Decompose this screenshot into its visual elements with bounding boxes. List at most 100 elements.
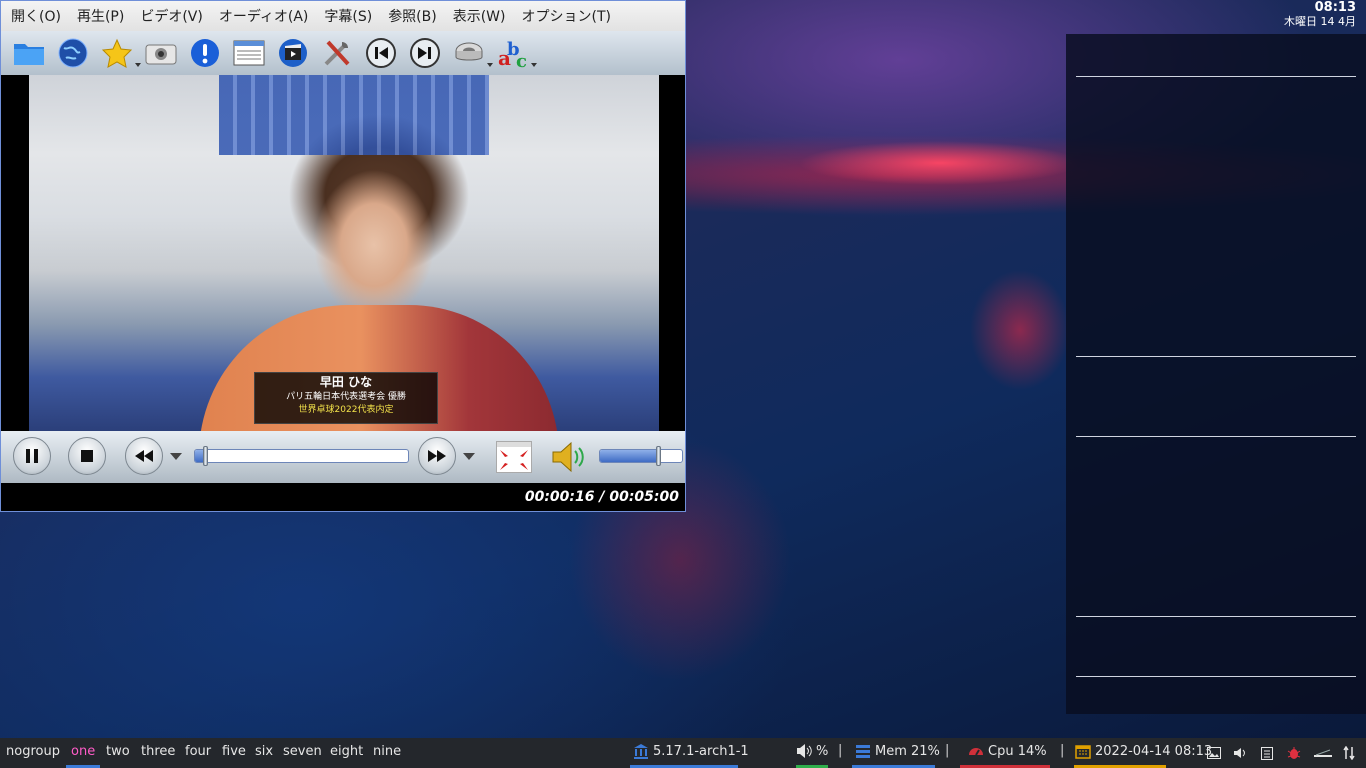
workspace-five[interactable]: five (222, 744, 246, 759)
fullscreen-button[interactable] (496, 441, 532, 473)
desktop-widget-panel (1066, 34, 1366, 714)
caption-name: 早田 ひな (319, 375, 373, 389)
volume-slider[interactable] (599, 449, 683, 463)
taskbar: nogroup one two three four five six seve… (0, 738, 1366, 768)
menu-browse[interactable]: 参照(B) (388, 6, 437, 26)
panel-divider (1076, 676, 1356, 677)
screenshot-camera-icon[interactable] (145, 37, 177, 69)
bank-icon (634, 744, 648, 759)
volume-icon (797, 744, 812, 758)
volume-fill (600, 450, 658, 462)
chevron-down-icon[interactable] (170, 453, 182, 460)
pause-icon (26, 449, 38, 463)
workspace-six[interactable]: six (255, 744, 273, 759)
panel-divider (1076, 76, 1356, 77)
info-icon[interactable] (189, 37, 221, 69)
folder-icon[interactable] (13, 37, 45, 69)
subtitles-abc-icon[interactable]: abc (497, 37, 537, 69)
workspace-nine[interactable]: nine (373, 744, 401, 759)
cpu-gauge-icon (969, 748, 983, 756)
menu-subtitles[interactable]: 字幕(S) (324, 6, 372, 26)
mute-button[interactable] (550, 439, 590, 475)
cpu-usage: Cpu 14% (988, 743, 1047, 759)
playlist-icon[interactable] (233, 37, 265, 69)
video-area[interactable]: 早田 ひな パリ五輪日本代表選考会 優勝 世界卓球2022代表内定 (1, 75, 685, 431)
workspace-two[interactable]: two (106, 744, 130, 759)
menu-bar: 開く(O) 再生(P) ビデオ(V) オーディオ(A) 字幕(S) 参照(B) … (1, 1, 685, 31)
video-caption: 早田 ひな パリ五輪日本代表選考会 優勝 世界卓球2022代表内定 (254, 372, 438, 424)
image-viewer-icon[interactable] (1206, 745, 1222, 761)
workspace-eight[interactable]: eight (330, 744, 363, 759)
media-player-window[interactable]: 開く(O) 再生(P) ビデオ(V) オーディオ(A) 字幕(S) 参照(B) … (0, 0, 686, 512)
cpu-widget: Cpu 14% (968, 743, 1047, 759)
panel-divider (1076, 616, 1356, 617)
seek-bar[interactable] (194, 449, 409, 463)
chevron-down-icon[interactable] (463, 453, 475, 460)
menu-options[interactable]: オプション(T) (522, 6, 611, 26)
chevron-down-icon[interactable] (487, 63, 493, 67)
tray-volume-icon[interactable] (1232, 745, 1248, 761)
datetime-value: 2022-04-14 08:13 (1095, 743, 1213, 759)
memory-widget: Mem 21% (855, 743, 940, 759)
kernel-version: 5.17.1-arch1-1 (653, 743, 749, 759)
volume-handle[interactable] (655, 446, 661, 466)
separator: | (838, 743, 843, 758)
clock-time: 08:13 (1314, 0, 1356, 15)
caption-line1: パリ五輪日本代表選考会 優勝 (286, 392, 406, 402)
separator: | (945, 743, 950, 758)
previous-icon[interactable] (365, 37, 397, 69)
rewind-button[interactable] (125, 437, 163, 475)
menu-open[interactable]: 開く(O) (11, 6, 61, 26)
bug-icon[interactable] (1286, 745, 1302, 761)
menu-view[interactable]: 表示(W) (453, 6, 506, 26)
video-clapper-icon[interactable] (277, 37, 309, 69)
audio-track-icon[interactable] (453, 37, 493, 69)
menu-play[interactable]: 再生(P) (77, 6, 124, 26)
rewind-icon (135, 450, 153, 462)
globe-icon[interactable] (57, 37, 89, 69)
kernel-widget: 5.17.1-arch1-1 (633, 743, 749, 759)
next-icon[interactable] (409, 37, 441, 69)
menu-video[interactable]: ビデオ(V) (140, 6, 203, 26)
forward-button[interactable] (418, 437, 456, 475)
clock-date: 木曜日 14 4月 (1284, 15, 1356, 28)
player-toolbar: abc (1, 31, 685, 75)
transfer-arrows-icon[interactable] (1341, 745, 1357, 761)
seek-handle[interactable] (202, 446, 208, 466)
datetime-widget[interactable]: 2022-04-14 08:13 (1075, 743, 1212, 759)
memory-usage: Mem 21% (875, 743, 940, 759)
time-display: 00:00:16 / 00:05:00 (524, 489, 679, 505)
workspace-three[interactable]: three (141, 744, 175, 759)
panel-divider (1076, 436, 1356, 437)
chevron-down-icon[interactable] (135, 63, 141, 67)
stop-button[interactable] (68, 437, 106, 475)
forward-icon (428, 450, 446, 462)
workspace-one[interactable]: one (71, 744, 95, 759)
pause-button[interactable] (13, 437, 51, 475)
caption-line2: 世界卓球2022代表内定 (298, 405, 394, 415)
volume-widget[interactable]: % (796, 743, 828, 759)
workspace-nogroup[interactable]: nogroup (6, 744, 60, 759)
stop-icon (81, 450, 93, 462)
panel-divider (1076, 356, 1356, 357)
chevron-down-icon[interactable] (531, 63, 537, 67)
clipboard-icon[interactable] (1259, 745, 1275, 761)
favorites-star-icon[interactable] (101, 37, 141, 69)
playback-controls (1, 431, 685, 483)
workspace-four[interactable]: four (185, 744, 211, 759)
time-bar: 00:00:16 / 00:05:00 (1, 483, 685, 511)
tools-icon[interactable] (321, 37, 353, 69)
memory-icon (856, 745, 870, 758)
separator: | (1060, 743, 1065, 758)
svg-text:c: c (516, 51, 527, 69)
fullscreen-icon (497, 442, 531, 470)
speaker-icon (552, 441, 584, 473)
volume-value: % (816, 743, 829, 759)
desktop-clock: 08:13 木曜日 14 4月 (1284, 0, 1356, 29)
workspace-seven[interactable]: seven (283, 744, 322, 759)
menu-audio[interactable]: オーディオ(A) (219, 6, 309, 26)
calendar-icon (1075, 745, 1091, 759)
arena-seats (219, 75, 489, 155)
video-frame: 早田 ひな パリ五輪日本代表選考会 優勝 世界卓球2022代表内定 (29, 75, 659, 431)
network-icon[interactable] (1313, 745, 1333, 761)
